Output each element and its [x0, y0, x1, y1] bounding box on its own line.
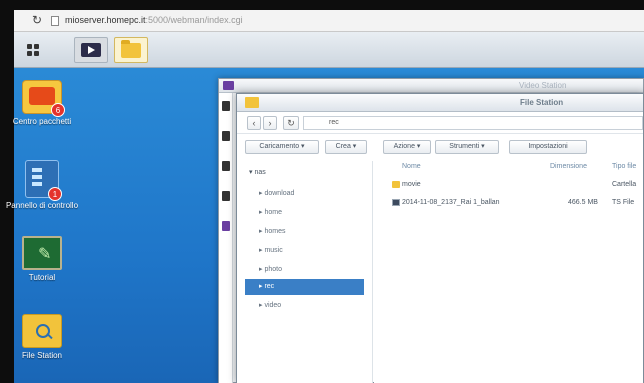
tree-item-rec[interactable]: ▸ rec: [245, 279, 364, 295]
desktop-icon-label: Centro pacchetti: [12, 117, 72, 126]
tree-item-homes[interactable]: ▸ homes: [245, 224, 364, 240]
desktop-icon-label: Tutorial: [28, 273, 56, 282]
navigation-bar: ‹ › ↻ rec: [237, 112, 643, 134]
screenshot-frame: ↻ mioserver.homepc.it:5000/webman/index.…: [0, 0, 644, 383]
url-host: mioserver.homepc.it: [65, 15, 146, 25]
window-title: Video Station: [519, 81, 567, 90]
file-row[interactable]: 2014-11-08_2137_Rai 1_ballan 466.5 MB TS…: [374, 195, 643, 211]
settings-icon[interactable]: [222, 161, 230, 171]
library-icon[interactable]: [222, 191, 230, 201]
folder-icon: [392, 181, 400, 188]
folder-tree: ▾ nas ▸ download ▸ home ▸ homes ▸ music …: [237, 161, 373, 383]
dsm-taskbar: [14, 32, 644, 68]
url-text[interactable]: mioserver.homepc.it:5000/webman/index.cg…: [65, 15, 243, 25]
back-button[interactable]: ‹: [247, 116, 261, 130]
taskbar-video-station-button[interactable]: [74, 37, 108, 63]
control-panel-icon: 1: [25, 160, 62, 201]
tree-root[interactable]: ▾ nas: [245, 165, 364, 181]
desktop-icon-file-station[interactable]: File Station: [2, 314, 82, 361]
tree-item-home[interactable]: ▸ home: [245, 205, 364, 221]
tree-item-download[interactable]: ▸ download: [245, 186, 364, 202]
grid-icon: [27, 44, 39, 56]
file-list-header: Nome Dimensione Tipo file: [374, 161, 643, 175]
folder-icon: [245, 97, 259, 108]
file-name: 2014-11-08_2137_Rai 1_ballan: [402, 199, 500, 206]
library-icon[interactable]: [222, 101, 230, 111]
file-list: Nome Dimensione Tipo file movie Cartella…: [374, 161, 643, 383]
column-type[interactable]: Tipo file: [612, 163, 636, 170]
upload-button[interactable]: Caricamento ▾: [245, 140, 319, 154]
file-size: 466.5 MB: [568, 199, 598, 206]
file-type: Cartella: [612, 181, 637, 188]
package-center-icon: 6: [22, 80, 65, 117]
notification-badge: 6: [51, 103, 65, 117]
page-icon: [51, 16, 59, 26]
video-station-sidebar: [219, 93, 233, 383]
file-station-window[interactable]: File Station ‹ › ↻ rec Caricamento ▾ Cre…: [236, 93, 644, 383]
create-button[interactable]: Crea ▾: [325, 140, 367, 154]
url-path: :5000/webman/index.cgi: [145, 15, 243, 25]
desktop-icon-tutorial[interactable]: ✎ Tutorial: [2, 236, 82, 283]
file-row[interactable]: movie Cartella: [374, 177, 643, 193]
tree-item-video[interactable]: ▸ video: [245, 298, 364, 314]
video-station-icon: [223, 81, 234, 90]
tutorial-icon: ✎: [22, 236, 62, 270]
tree-item-photo[interactable]: ▸ photo: [245, 262, 364, 278]
tools-button[interactable]: Strumenti ▾: [435, 140, 499, 154]
file-name: movie: [402, 181, 421, 188]
window-title: File Station: [520, 98, 564, 107]
path-field[interactable]: rec: [303, 116, 643, 130]
desktop-icon-package-center[interactable]: 6 Centro pacchetti: [2, 80, 82, 127]
action-button[interactable]: Azione ▾: [383, 140, 431, 154]
library-icon[interactable]: [222, 131, 230, 141]
refresh-button[interactable]: ↻: [283, 116, 299, 130]
toolbar: Caricamento ▾ Crea ▾ Azione ▾ Strumenti …: [237, 135, 643, 159]
main-menu-button[interactable]: [22, 37, 44, 63]
desktop-icon-control-panel[interactable]: 1 Pannello di controllo: [2, 160, 82, 211]
tree-item-music[interactable]: ▸ music: [245, 243, 364, 259]
desktop-icon-label: Pannello di controllo: [5, 201, 79, 210]
file-type: TS File: [612, 199, 635, 206]
notification-badge: 1: [48, 187, 62, 201]
window-titlebar[interactable]: Video Station: [219, 79, 643, 93]
forward-button[interactable]: ›: [263, 116, 277, 130]
video-station-icon: [81, 43, 101, 57]
video-file-icon: [392, 199, 400, 206]
settings-button[interactable]: Impostazioni: [509, 140, 587, 154]
reload-icon[interactable]: ↻: [32, 13, 42, 27]
column-name[interactable]: Nome: [402, 163, 421, 170]
window-titlebar[interactable]: File Station: [237, 94, 643, 112]
browser-address-bar[interactable]: ↻ mioserver.homepc.it:5000/webman/index.…: [14, 10, 644, 32]
taskbar-file-station-button[interactable]: [114, 37, 148, 63]
desktop-icon-label: File Station: [21, 351, 63, 360]
file-station-icon: [22, 314, 62, 348]
folder-icon: [121, 39, 141, 58]
video-icon[interactable]: [222, 221, 230, 231]
column-size[interactable]: Dimensione: [550, 163, 587, 170]
